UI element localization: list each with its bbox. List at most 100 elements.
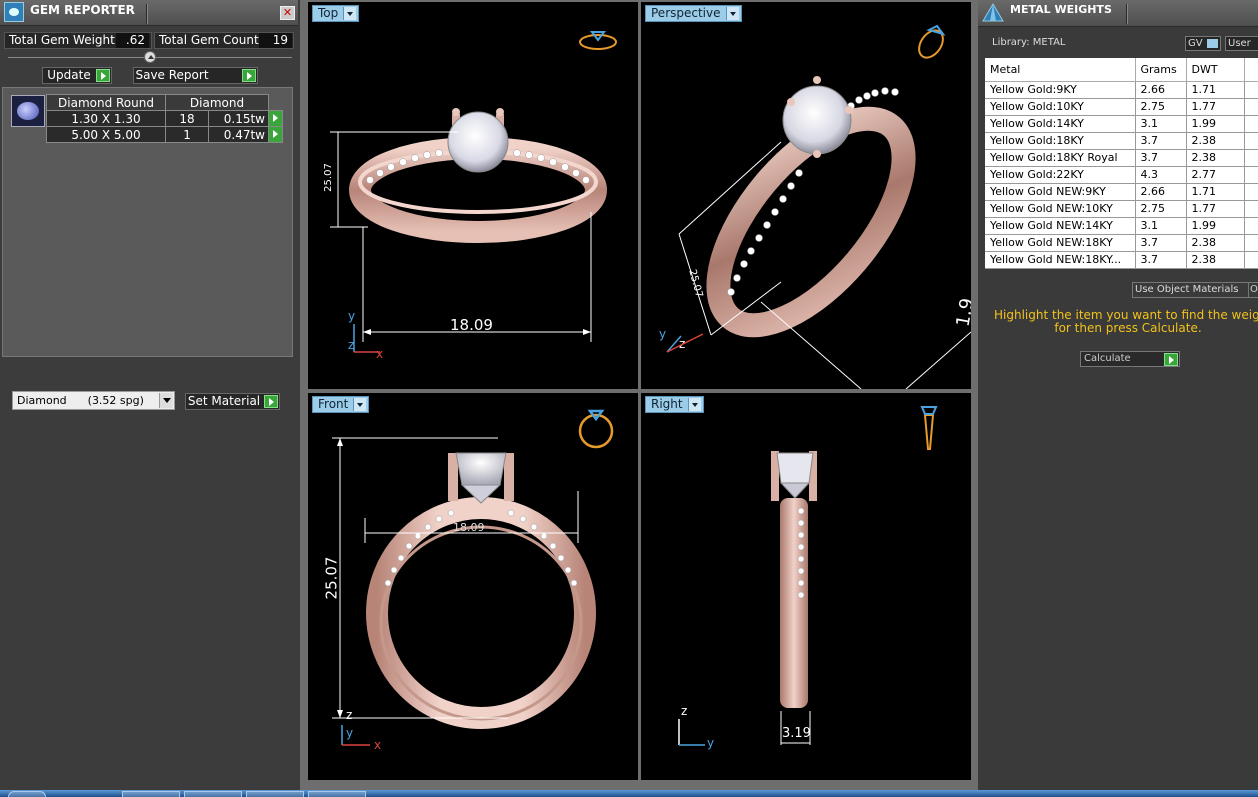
gem-reporter-title-bar[interactable]: GEM REPORTER ✕ bbox=[0, 0, 298, 26]
col-header-metal[interactable]: Metal bbox=[985, 58, 1136, 82]
update-button-label: Update bbox=[47, 68, 91, 82]
table-row[interactable]: Yellow Gold:18KY Royal 3.7 2.38 bbox=[985, 149, 1258, 167]
metal-cell-dwt: 1.77 bbox=[1186, 200, 1245, 218]
calculate-button-label: Calculate bbox=[1084, 353, 1131, 364]
table-row[interactable]: Yellow Gold:14KY 3.1 1.99 bbox=[985, 115, 1258, 133]
metal-cell-dwt: 1.99 bbox=[1186, 217, 1245, 235]
tab-perspective[interactable]: Perspective bbox=[645, 5, 742, 22]
round-diamond-icon[interactable] bbox=[11, 95, 45, 127]
row-go-button[interactable] bbox=[268, 110, 283, 127]
material-select-value: Diamond (3.52 spg) bbox=[17, 394, 144, 407]
top-dim-vertical: 25.07 bbox=[322, 163, 334, 192]
metal-cell-grams: 3.7 bbox=[1135, 234, 1187, 252]
metal-weights-title-bar[interactable]: METAL WEIGHTS bbox=[978, 0, 1258, 27]
gem-reporter-panel: GEM REPORTER ✕ Total Gem Weight .62 Tota… bbox=[0, 0, 300, 790]
table-row[interactable]: Yellow Gold NEW:10KY 2.75 1.77 bbox=[985, 200, 1258, 218]
metal-cell-metal: Yellow Gold:18KY Royal bbox=[985, 149, 1136, 167]
total-gem-count-value: 19 bbox=[259, 33, 292, 48]
metal-cell-extra bbox=[1244, 251, 1258, 269]
update-button[interactable]: Update bbox=[42, 67, 112, 84]
metal-cell-grams: 2.66 bbox=[1135, 81, 1187, 99]
metal-cell-extra bbox=[1244, 268, 1258, 269]
total-gem-weight-value: .62 bbox=[116, 33, 149, 48]
metal-cell-metal: Yellow Gold:22KY bbox=[985, 166, 1136, 184]
table-row[interactable]: 1.30 X 1.30 18 0.15tw bbox=[46, 110, 283, 127]
col-header-extra bbox=[1244, 58, 1258, 82]
taskbar-app[interactable] bbox=[308, 791, 366, 797]
material-select[interactable]: Diamond (3.52 spg) bbox=[12, 391, 175, 410]
table-row[interactable]: Yellow Gold NEW:9KY 2.66 1.71 bbox=[985, 183, 1258, 201]
table-row[interactable]: Yellow Gold NEW:22KY4.32.77 bbox=[985, 268, 1258, 269]
tab-top[interactable]: Top bbox=[312, 5, 360, 22]
metal-cell-dwt: 2.77 bbox=[1186, 268, 1245, 269]
table-row[interactable]: Yellow Gold:9KY 2.66 1.71 bbox=[985, 81, 1258, 99]
metal-cell-metal: Yellow Gold NEW:9KY bbox=[985, 183, 1136, 201]
start-button[interactable] bbox=[8, 791, 46, 797]
svg-text:x: x bbox=[376, 347, 383, 361]
play-arrow-icon bbox=[96, 69, 110, 82]
table-row[interactable]: Yellow Gold:22KY 4.3 2.77 bbox=[985, 166, 1258, 184]
chevron-down-icon[interactable] bbox=[159, 393, 173, 408]
row-go-button[interactable] bbox=[268, 126, 283, 143]
gem-weight-cell: 0.47tw bbox=[208, 126, 269, 143]
right-viewport[interactable]: z y Right 3.19 bbox=[641, 393, 971, 780]
taskbar-app[interactable] bbox=[246, 791, 304, 797]
top-dim-horizontal: 18.09 bbox=[450, 316, 493, 334]
metal-cell-extra bbox=[1244, 149, 1258, 167]
metal-cell-grams: 3.1 bbox=[1135, 217, 1187, 235]
metal-cell-grams: 2.66 bbox=[1135, 183, 1187, 201]
top-viewport[interactable]: y z x Top 18.09 25.07 bbox=[308, 2, 638, 389]
metal-cell-dwt: 1.71 bbox=[1186, 81, 1245, 99]
gem-table-header-type: Diamond bbox=[165, 94, 269, 111]
use-object-materials-button[interactable]: Use Object Materials bbox=[1132, 282, 1252, 298]
gem-count-cell: 1 bbox=[164, 126, 210, 143]
metal-cell-dwt: 2.38 bbox=[1186, 234, 1245, 252]
axis-y-label: y bbox=[348, 309, 355, 323]
save-report-button[interactable]: Save Report bbox=[133, 67, 258, 84]
title-separator bbox=[1126, 4, 1128, 24]
table-row[interactable]: Yellow Gold NEW:14KY 3.1 1.99 bbox=[985, 217, 1258, 235]
svg-text:x: x bbox=[374, 738, 381, 752]
tab-front[interactable]: Front bbox=[312, 396, 370, 413]
perspective-viewport[interactable]: y z Perspective 25.07 1.9 bbox=[641, 2, 971, 389]
table-row[interactable]: Yellow Gold:10KY 2.75 1.77 bbox=[985, 98, 1258, 116]
metal-cell-grams: 3.1 bbox=[1135, 115, 1187, 133]
table-row[interactable]: Yellow Gold NEW:18KY 3.7 2.38 bbox=[985, 234, 1258, 252]
gem-table: Diamond Round Diamond 1.30 X 1.30 18 0.1… bbox=[46, 94, 283, 143]
metal-cell-extra bbox=[1244, 200, 1258, 218]
metal-cell-dwt: 2.38 bbox=[1186, 251, 1245, 269]
metal-cell-grams: 2.75 bbox=[1135, 200, 1187, 218]
metal-cell-grams: 3.7 bbox=[1135, 132, 1187, 150]
gem-reporter-title: GEM REPORTER bbox=[30, 3, 135, 17]
calculate-button[interactable]: Calculate bbox=[1080, 351, 1180, 367]
front-dim-vertical: 25.07 bbox=[322, 556, 341, 600]
tab-right[interactable]: Right bbox=[645, 396, 704, 413]
gv-toggle[interactable]: GV bbox=[1185, 36, 1221, 51]
col-header-dwt[interactable]: DWT bbox=[1186, 58, 1245, 82]
play-arrow-icon bbox=[264, 395, 278, 408]
metal-weights-panel: METAL WEIGHTS Library: METAL GV User Met… bbox=[978, 0, 1258, 790]
svg-text:z: z bbox=[346, 708, 352, 722]
gem-size-cell: 1.30 X 1.30 bbox=[46, 110, 166, 127]
table-row[interactable]: 5.00 X 5.00 1 0.47tw bbox=[46, 126, 283, 143]
metal-cell-grams: 4.3 bbox=[1135, 268, 1187, 269]
taskbar-app[interactable] bbox=[184, 791, 242, 797]
metal-cell-metal: Yellow Gold:9KY bbox=[985, 81, 1136, 99]
options-button[interactable]: O bbox=[1248, 282, 1258, 298]
front-dim-horizontal: 18.09 bbox=[453, 521, 485, 534]
col-header-grams[interactable]: Grams bbox=[1135, 58, 1187, 82]
table-row[interactable]: Yellow Gold:18KY 3.7 2.38 bbox=[985, 132, 1258, 150]
table-row[interactable]: Yellow Gold NEW:18KY... 3.7 2.38 bbox=[985, 251, 1258, 269]
metal-cell-metal: Yellow Gold NEW:18KY bbox=[985, 234, 1136, 252]
taskbar-app[interactable] bbox=[122, 791, 180, 797]
metal-cell-dwt: 1.99 bbox=[1186, 115, 1245, 133]
set-material-button[interactable]: Set Material bbox=[185, 393, 280, 410]
user-toggle[interactable]: User bbox=[1225, 36, 1258, 51]
metal-cell-extra bbox=[1244, 115, 1258, 133]
pyramid-icon bbox=[982, 3, 1004, 22]
collapse-toggle-icon[interactable] bbox=[144, 51, 156, 63]
close-icon[interactable]: ✕ bbox=[280, 6, 295, 20]
gem-list-area: Diamond Round Diamond 1.30 X 1.30 18 0.1… bbox=[2, 87, 293, 357]
front-viewport[interactable]: z y x Front 25.07 18.09 bbox=[308, 393, 638, 780]
tab-top-label: Top bbox=[318, 6, 339, 20]
